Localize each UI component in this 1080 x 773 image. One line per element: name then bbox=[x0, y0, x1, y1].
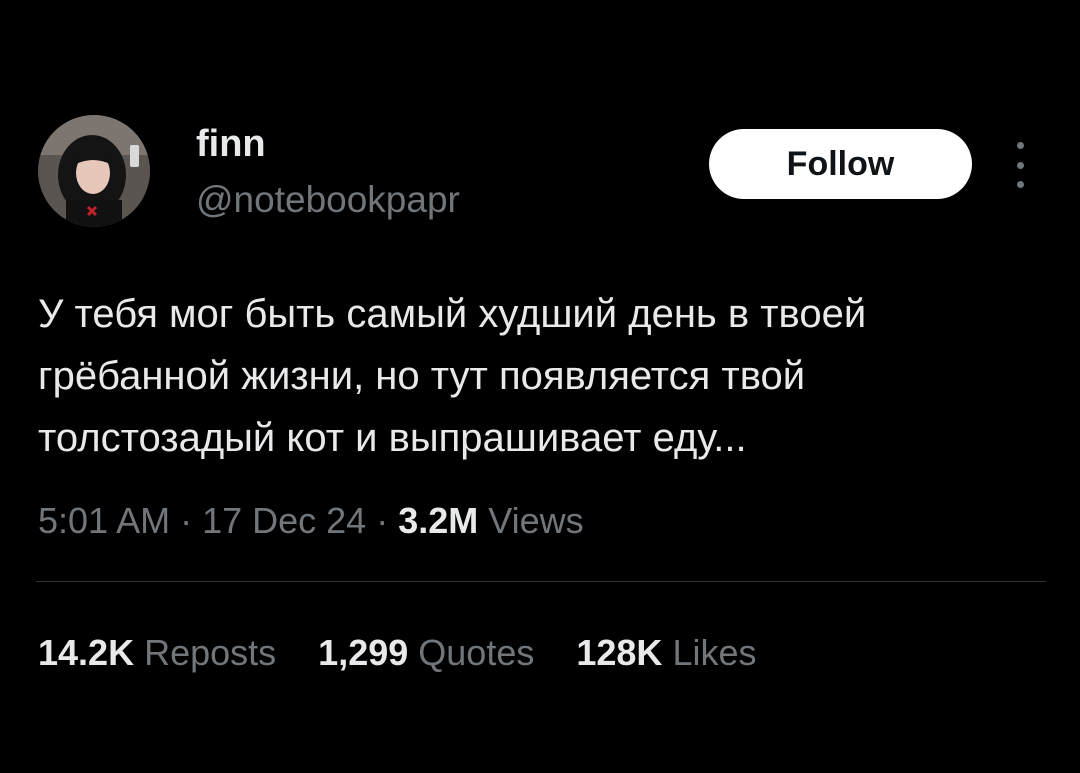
tweet-line: грёбанной жизни, но тут появляется твой bbox=[38, 354, 806, 398]
display-name[interactable]: finn bbox=[196, 120, 266, 168]
reposts-count: 14.2K bbox=[38, 632, 135, 673]
more-dot bbox=[1016, 142, 1024, 149]
divider bbox=[36, 581, 1046, 582]
tweet-line: У тебя мог быть самый худший день в твое… bbox=[38, 292, 867, 336]
more-dot bbox=[1016, 161, 1024, 169]
quotes-stat[interactable]: 1,299 Quotes bbox=[318, 630, 534, 676]
reposts-label: Reposts bbox=[144, 632, 277, 673]
user-handle[interactable]: @notebookpapr bbox=[196, 177, 460, 223]
tweet-meta: 5:01 AM · 17 Dec 24 · 3.2M Views bbox=[38, 498, 584, 544]
tweet-date[interactable]: 17 Dec 24 bbox=[202, 500, 366, 541]
follow-button[interactable]: Follow bbox=[709, 129, 972, 199]
avatar[interactable] bbox=[38, 115, 150, 227]
views-count: 3.2M bbox=[398, 500, 479, 541]
views-label: Views bbox=[488, 500, 584, 541]
likes-count: 128K bbox=[576, 632, 663, 673]
quotes-label: Quotes bbox=[418, 632, 535, 673]
likes-stat[interactable]: 128K Likes bbox=[576, 630, 756, 676]
more-dot bbox=[1016, 181, 1024, 188]
reposts-stat[interactable]: 14.2K Reposts bbox=[38, 630, 276, 676]
likes-label: Likes bbox=[672, 632, 757, 673]
avatar-image bbox=[38, 115, 150, 227]
tweet-text: У тебя мог быть самый худший день в твое… bbox=[38, 283, 1048, 469]
meta-separator: · bbox=[366, 500, 399, 541]
engagement-stats: 14.2K Reposts 1,299 Quotes 128K Likes bbox=[38, 630, 798, 676]
meta-separator: · bbox=[170, 500, 203, 541]
tweet-time[interactable]: 5:01 AM bbox=[38, 500, 170, 541]
more-vertical-icon[interactable] bbox=[1008, 142, 1032, 188]
tweet-line: толстозадый кот и выпрашивает еду... bbox=[38, 416, 747, 460]
quotes-count: 1,299 bbox=[318, 632, 409, 673]
